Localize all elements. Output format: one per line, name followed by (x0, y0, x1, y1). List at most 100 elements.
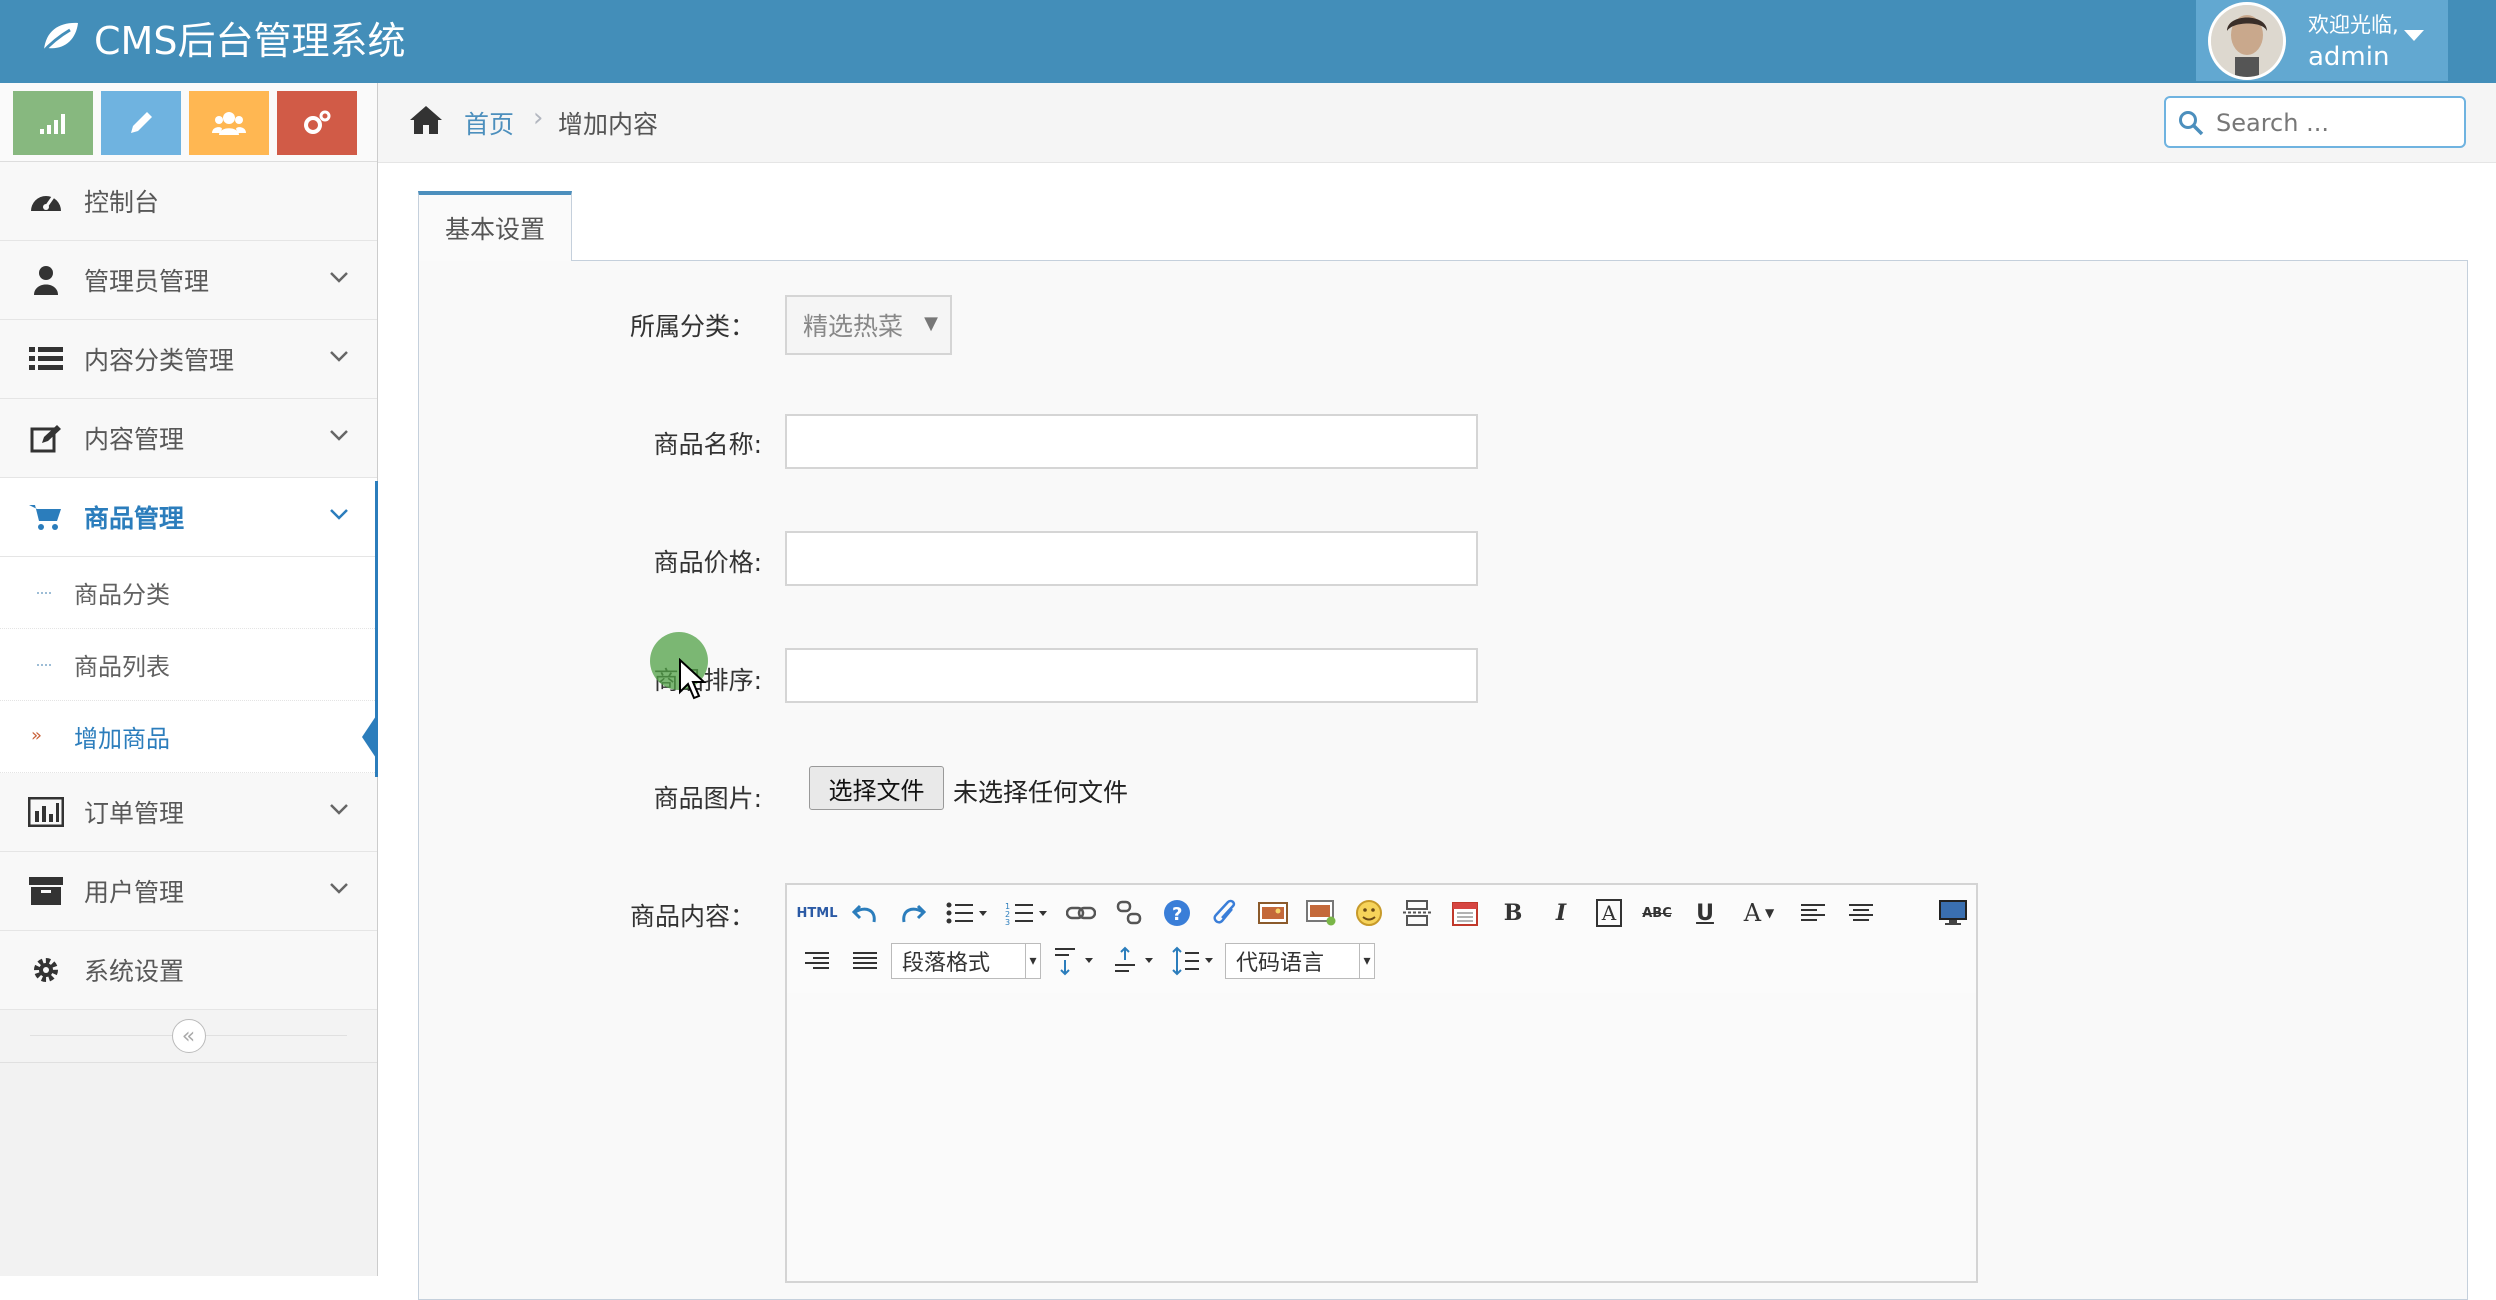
goods-name-label: 商品名称: (653, 430, 762, 459)
unlink-icon[interactable] (1107, 894, 1151, 932)
caret-down-icon: ▼ (1765, 906, 1775, 920)
shortcut-signal-button[interactable] (13, 91, 93, 155)
goods-submenu: 商品分类 商品列表 » 增加商品 (0, 557, 378, 773)
avatar (2208, 1, 2286, 80)
attachment-icon[interactable] (1203, 894, 1247, 932)
search-input[interactable] (2214, 104, 2458, 142)
align-left-icon[interactable] (1791, 894, 1835, 932)
sidebar-item-label: 订单管理 (84, 799, 185, 828)
row-spacing-top-icon[interactable] (1045, 942, 1101, 980)
align-right-icon[interactable] (795, 942, 839, 980)
pencil-icon (131, 112, 152, 133)
paragraph-format-label: 段落格式 (902, 951, 991, 976)
goods-name-input[interactable] (785, 414, 1478, 469)
image-icon[interactable] (1251, 894, 1295, 932)
archive-icon (24, 877, 68, 905)
border-text-button[interactable]: A (1587, 894, 1631, 932)
code-language-label: 代码语言 (1236, 951, 1325, 976)
html-source-button[interactable]: HTML (795, 894, 839, 932)
choose-file-button[interactable]: 选择文件 (809, 766, 944, 810)
sidebar-item-label: 内容分类管理 (84, 346, 235, 375)
sidebar-item-content[interactable]: 内容管理 (0, 399, 377, 478)
svg-text:?: ? (1172, 904, 1182, 925)
code-language-select[interactable]: 代码语言 ▾ (1225, 943, 1375, 979)
active-menu-bar (375, 481, 378, 777)
sidebar-item-goods[interactable]: 商品管理 (0, 478, 377, 557)
shortcut-cogs-button[interactable] (277, 91, 357, 155)
sidebar-subitem-add-goods[interactable]: » 增加商品 (0, 701, 378, 773)
chevron-down-icon (330, 351, 348, 362)
goods-content-label: 商品内容： (629, 902, 755, 931)
chevron-down-icon (330, 509, 348, 520)
sidebar-item-label: 控制台 (84, 188, 160, 217)
preview-icon[interactable] (1931, 894, 1975, 932)
tree-dot (37, 664, 51, 666)
subitem-label: 增加商品 (74, 725, 170, 753)
line-height-icon[interactable] (1165, 942, 1221, 980)
double-chevron-left-icon[interactable]: « (171, 1019, 206, 1053)
help-icon[interactable]: ? (1155, 894, 1199, 932)
page-break-icon[interactable] (1395, 894, 1439, 932)
caret-down-icon[interactable] (2404, 30, 2424, 41)
chevron-down-icon (330, 804, 348, 815)
breadcrumb: 首页 › 增加内容 (378, 83, 2496, 163)
brand[interactable]: CMS后台管理系统 (40, 0, 405, 74)
editor-toolbar: HTML 123 ? B I A ABC U A ▼ 段落格式 ▾ 代码语言 ▾ (787, 885, 1976, 994)
caret-down-icon: ▾ (1359, 944, 1374, 978)
sidebar-item-orders[interactable]: 订单管理 (0, 773, 377, 852)
bold-button[interactable]: B (1491, 894, 1535, 932)
rich-text-editor: HTML 123 ? B I A ABC U A ▼ 段落格式 ▾ 代码语言 ▾ (785, 883, 1978, 1283)
category-select[interactable]: 精选热菜 ▼ (785, 295, 952, 355)
unordered-list-icon[interactable] (939, 894, 995, 932)
goods-price-input[interactable] (785, 531, 1478, 586)
sidebar-item-admin[interactable]: 管理员管理 (0, 241, 377, 320)
svg-text:3: 3 (1005, 918, 1010, 925)
goods-sort-input[interactable] (785, 648, 1478, 703)
row-spacing-bottom-icon[interactable] (1105, 942, 1161, 980)
caret-down-icon: ▼ (924, 313, 938, 334)
sidebar-item-settings[interactable]: 系统设置 (0, 931, 377, 1010)
gear-icon (24, 955, 68, 985)
subitem-label: 商品列表 (74, 653, 170, 681)
shortcut-pencil-button[interactable] (101, 91, 181, 155)
sidebar-item-label: 用户管理 (84, 878, 185, 907)
sidebar-item-users[interactable]: 用户管理 (0, 852, 377, 931)
toolbar-spacer (1887, 894, 1927, 932)
font-color-button[interactable]: A ▼ (1731, 894, 1787, 932)
edit-icon (24, 423, 68, 453)
user-greeting: 欢迎光临, (2308, 12, 2399, 37)
image-gallery-icon[interactable] (1299, 894, 1343, 932)
emoji-icon[interactable] (1347, 894, 1391, 932)
link-icon[interactable] (1059, 894, 1103, 932)
chevron-down-icon (330, 272, 348, 283)
sidebar: 控制台 管理员管理 内容分类管理 内容管理 商品管理 商品分类 商品列表 » 增… (0, 83, 378, 1276)
border-text-label: A (1595, 899, 1623, 927)
tab-basic-settings[interactable]: 基本设置 (418, 191, 572, 261)
sidebar-subitem-goods-category[interactable]: 商品分类 (0, 557, 377, 629)
strikethrough-button[interactable]: ABC (1635, 894, 1679, 932)
search-box[interactable] (2164, 96, 2466, 148)
undo-icon[interactable] (843, 894, 887, 932)
ordered-list-icon[interactable]: 123 (999, 894, 1055, 932)
paragraph-format-select[interactable]: 段落格式 ▾ (891, 943, 1041, 979)
italic-button[interactable]: I (1539, 894, 1583, 932)
top-navbar: CMS后台管理系统 欢迎光临, admin (0, 0, 2496, 83)
breadcrumb-separator: › (533, 103, 544, 133)
sidebar-item-content-category[interactable]: 内容分类管理 (0, 320, 377, 399)
underline-button[interactable]: U (1683, 894, 1727, 932)
editor-content-area[interactable] (787, 993, 1976, 1281)
sidebar-item-dashboard[interactable]: 控制台 (0, 162, 377, 241)
breadcrumb-home-link[interactable]: 首页 (464, 105, 514, 141)
user-name: admin (2308, 41, 2390, 72)
search-icon (2179, 111, 2204, 136)
cart-icon (24, 503, 68, 531)
date-icon[interactable] (1443, 894, 1487, 932)
sidebar-subitem-goods-list[interactable]: 商品列表 (0, 629, 377, 701)
user-menu[interactable]: 欢迎光临, admin (2196, 0, 2448, 81)
align-center-icon[interactable] (1839, 894, 1883, 932)
goods-image-label: 商品图片: (653, 784, 762, 813)
shortcut-users-button[interactable] (189, 91, 269, 155)
justify-icon[interactable] (843, 942, 887, 980)
redo-icon[interactable] (891, 894, 935, 932)
list-icon (24, 346, 68, 372)
